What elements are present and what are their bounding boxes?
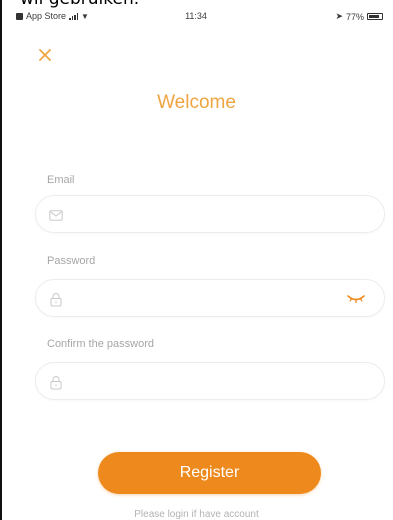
frame-edge bbox=[0, 0, 2, 520]
battery-percent: 77% bbox=[345, 11, 364, 22]
password-label: Password bbox=[47, 255, 96, 267]
status-right: ➤ 77% bbox=[335, 11, 383, 22]
wifi-icon: ▼ bbox=[81, 11, 89, 21]
carrier-label: App Store bbox=[26, 11, 67, 21]
status-bar: App Store ▼ 11:34 ➤ 77% bbox=[8, 9, 393, 25]
confirm-password-label: Confirm the password bbox=[47, 338, 154, 350]
register-button[interactable]: Register bbox=[98, 452, 321, 494]
signal-icon bbox=[69, 12, 79, 20]
status-left: App Store ▼ bbox=[16, 11, 89, 21]
email-label: Email bbox=[47, 174, 75, 186]
lock-icon bbox=[48, 291, 64, 307]
close-button[interactable] bbox=[34, 44, 56, 66]
confirm-password-field[interactable] bbox=[35, 362, 385, 400]
caption-strip: wil gebruiken. bbox=[0, 0, 393, 9]
page-title: Welcome bbox=[157, 92, 236, 113]
email-field[interactable] bbox=[35, 195, 385, 233]
mail-icon bbox=[48, 207, 64, 223]
login-link[interactable]: Please login if have account bbox=[0, 509, 393, 520]
eye-closed-icon[interactable] bbox=[346, 292, 366, 306]
status-time: 11:34 bbox=[185, 11, 207, 21]
caption-text: wil gebruiken. bbox=[20, 0, 139, 9]
battery-icon bbox=[367, 13, 383, 20]
location-icon: ➤ bbox=[335, 11, 343, 21]
close-icon bbox=[39, 49, 51, 61]
lock-icon bbox=[48, 374, 64, 390]
app-store-icon bbox=[16, 12, 23, 20]
password-field[interactable] bbox=[35, 279, 385, 317]
